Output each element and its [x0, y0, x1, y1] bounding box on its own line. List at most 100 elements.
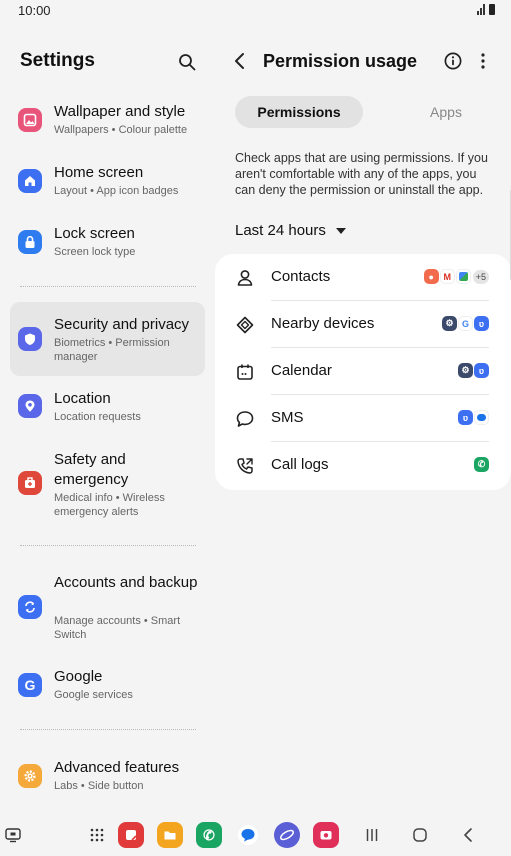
- settings-item-label: Lock screen: [54, 225, 135, 242]
- settings-item-sub: Location requests: [54, 411, 141, 423]
- more-apps-count: +5: [472, 269, 489, 284]
- google-app-icon: G: [458, 316, 473, 331]
- settings-app-icon: ⚙: [458, 363, 473, 378]
- period-label: Last 24 hours: [235, 222, 326, 239]
- status-time: 10:00: [18, 3, 51, 18]
- battery-icon: [489, 4, 495, 15]
- messages-app-icon[interactable]: [235, 822, 261, 848]
- app-icons: ✆: [474, 457, 489, 472]
- status-bar: 10:00: [0, 0, 511, 22]
- permission-row-call-logs[interactable]: Call logs ✆: [215, 442, 511, 489]
- settings-item-accounts-backup[interactable]: Accounts and backup Manage accounts • Sm…: [10, 569, 205, 645]
- settings-app-icon: ⚙: [442, 316, 457, 331]
- section-divider: [20, 729, 196, 730]
- permission-label: Nearby devices: [271, 315, 375, 332]
- section-divider: [20, 545, 196, 546]
- folder-app-icon[interactable]: [157, 822, 183, 848]
- app-icons: ⚙ ʋ: [458, 363, 489, 378]
- google-icon: G: [18, 673, 42, 697]
- settings-item-sub: Screen lock type: [54, 246, 136, 258]
- app-icons: ʋ: [458, 410, 489, 425]
- navigation-bar: ✆: [0, 810, 511, 856]
- settings-item-sub: Wallpapers • Colour palette: [54, 124, 188, 136]
- settings-item-label: Accounts and backup: [54, 574, 198, 591]
- permission-label: Call logs: [271, 456, 329, 473]
- emergency-icon: [18, 471, 42, 495]
- sync-icon: [18, 595, 42, 619]
- tab-apps[interactable]: Apps: [385, 96, 507, 128]
- settings-item-lock-screen[interactable]: Lock screen Screen lock type: [10, 218, 205, 268]
- status-icons: [477, 4, 495, 15]
- screen-overlay-icon[interactable]: [0, 822, 26, 848]
- tab-bar: Permissions Apps: [235, 96, 497, 128]
- permission-label: Calendar: [271, 362, 332, 379]
- settings-item-label: Home screen: [54, 164, 144, 181]
- messages-app-icon: [474, 410, 489, 425]
- gear-icon: [18, 764, 42, 788]
- app-icons: ⚙ G ʋ: [442, 316, 489, 331]
- gmail-icon: M: [439, 269, 455, 284]
- calendar-icon: [237, 364, 253, 380]
- lock-icon: [18, 230, 42, 254]
- settings-item-advanced-features[interactable]: Advanced features Labs • Side button: [10, 753, 205, 803]
- settings-item-location[interactable]: Location Location requests: [10, 384, 205, 434]
- tab-permissions[interactable]: Permissions: [235, 96, 363, 128]
- shield-icon: [18, 327, 42, 351]
- settings-item-label: Safety and emergency: [54, 451, 129, 488]
- app-drawer-icon[interactable]: [84, 822, 110, 848]
- notes-app-icon[interactable]: [118, 822, 144, 848]
- google-calendar-app-icon: [455, 269, 471, 284]
- section-divider: [20, 286, 196, 287]
- signal-icon: [477, 4, 485, 15]
- settings-item-label: Location: [54, 390, 111, 407]
- permission-list: Contacts ● M +5 Nearby devices ⚙ G ʋ Cal…: [215, 254, 511, 490]
- settings-item-sub: Biometrics • Permission manager: [54, 337, 170, 363]
- settings-title: Settings: [20, 50, 95, 71]
- back-button-icon[interactable]: [455, 822, 481, 848]
- settings-item-label: Wallpaper and style: [54, 103, 186, 120]
- sms-icon: [236, 411, 254, 427]
- settings-item-label: Google: [54, 668, 103, 685]
- phone-app-icon: ✆: [474, 457, 489, 472]
- settings-item-wallpaper[interactable]: Wallpaper and style Wallpapers • Colour …: [10, 96, 205, 146]
- permission-row-calendar[interactable]: Calendar ⚙ ʋ: [215, 348, 511, 395]
- phone-app-icon[interactable]: ✆: [196, 822, 222, 848]
- page-title: Permission usage: [263, 51, 418, 71]
- permission-usage-pane: Permission usage Permissions Apps Check …: [215, 22, 511, 810]
- settings-item-label: Advanced features: [54, 759, 180, 776]
- settings-item-sub: Google services: [54, 689, 133, 701]
- back-arrow-icon[interactable]: [233, 52, 247, 70]
- search-icon[interactable]: [178, 53, 196, 71]
- home-icon: [18, 169, 42, 193]
- permission-label: SMS: [271, 409, 304, 426]
- settings-item-sub: Medical info • Wireless emergency alerts: [54, 492, 165, 518]
- settings-item-google[interactable]: G Google Google services: [10, 662, 205, 712]
- contacts-icon: [237, 270, 253, 286]
- home-button-icon[interactable]: [407, 822, 433, 848]
- nearby-devices-icon: [236, 316, 254, 334]
- settings-item-sub: Labs • Side button: [54, 780, 144, 792]
- settings-item-home-screen[interactable]: Home screen Layout • App icon badges: [10, 157, 205, 207]
- settings-item-label: Security and privacy: [54, 316, 190, 333]
- period-dropdown[interactable]: Last 24 hours: [235, 222, 346, 239]
- info-icon[interactable]: [444, 52, 462, 70]
- permission-label: Contacts: [271, 268, 331, 285]
- bluetooth-app-icon: ʋ: [474, 363, 489, 378]
- bluetooth-app-icon: ʋ: [474, 316, 489, 331]
- bluetooth-app-icon: ʋ: [458, 410, 473, 425]
- permission-row-contacts[interactable]: Contacts ● M +5: [215, 254, 511, 301]
- permission-row-nearby-devices[interactable]: Nearby devices ⚙ G ʋ: [215, 301, 511, 348]
- description-text: Check apps that are using permissions. I…: [235, 151, 488, 197]
- settings-item-sub: Layout • App icon badges: [54, 185, 179, 197]
- call-logs-icon: [237, 458, 253, 474]
- settings-item-safety-emergency[interactable]: Safety and emergency Medical info • Wire…: [10, 446, 205, 522]
- more-options-icon[interactable]: [479, 52, 487, 70]
- recents-button-icon[interactable]: [359, 822, 385, 848]
- permission-row-sms[interactable]: SMS ʋ: [215, 395, 511, 442]
- contacts-app-icon: ●: [423, 269, 439, 284]
- settings-list-pane: Settings Wallpaper and style Wallpapers …: [0, 22, 215, 810]
- location-pin-icon: [18, 394, 42, 418]
- settings-item-security-privacy[interactable]: Security and privacy Biometrics • Permis…: [10, 302, 205, 376]
- camera-app-icon[interactable]: [313, 822, 339, 848]
- internet-app-icon[interactable]: [274, 822, 300, 848]
